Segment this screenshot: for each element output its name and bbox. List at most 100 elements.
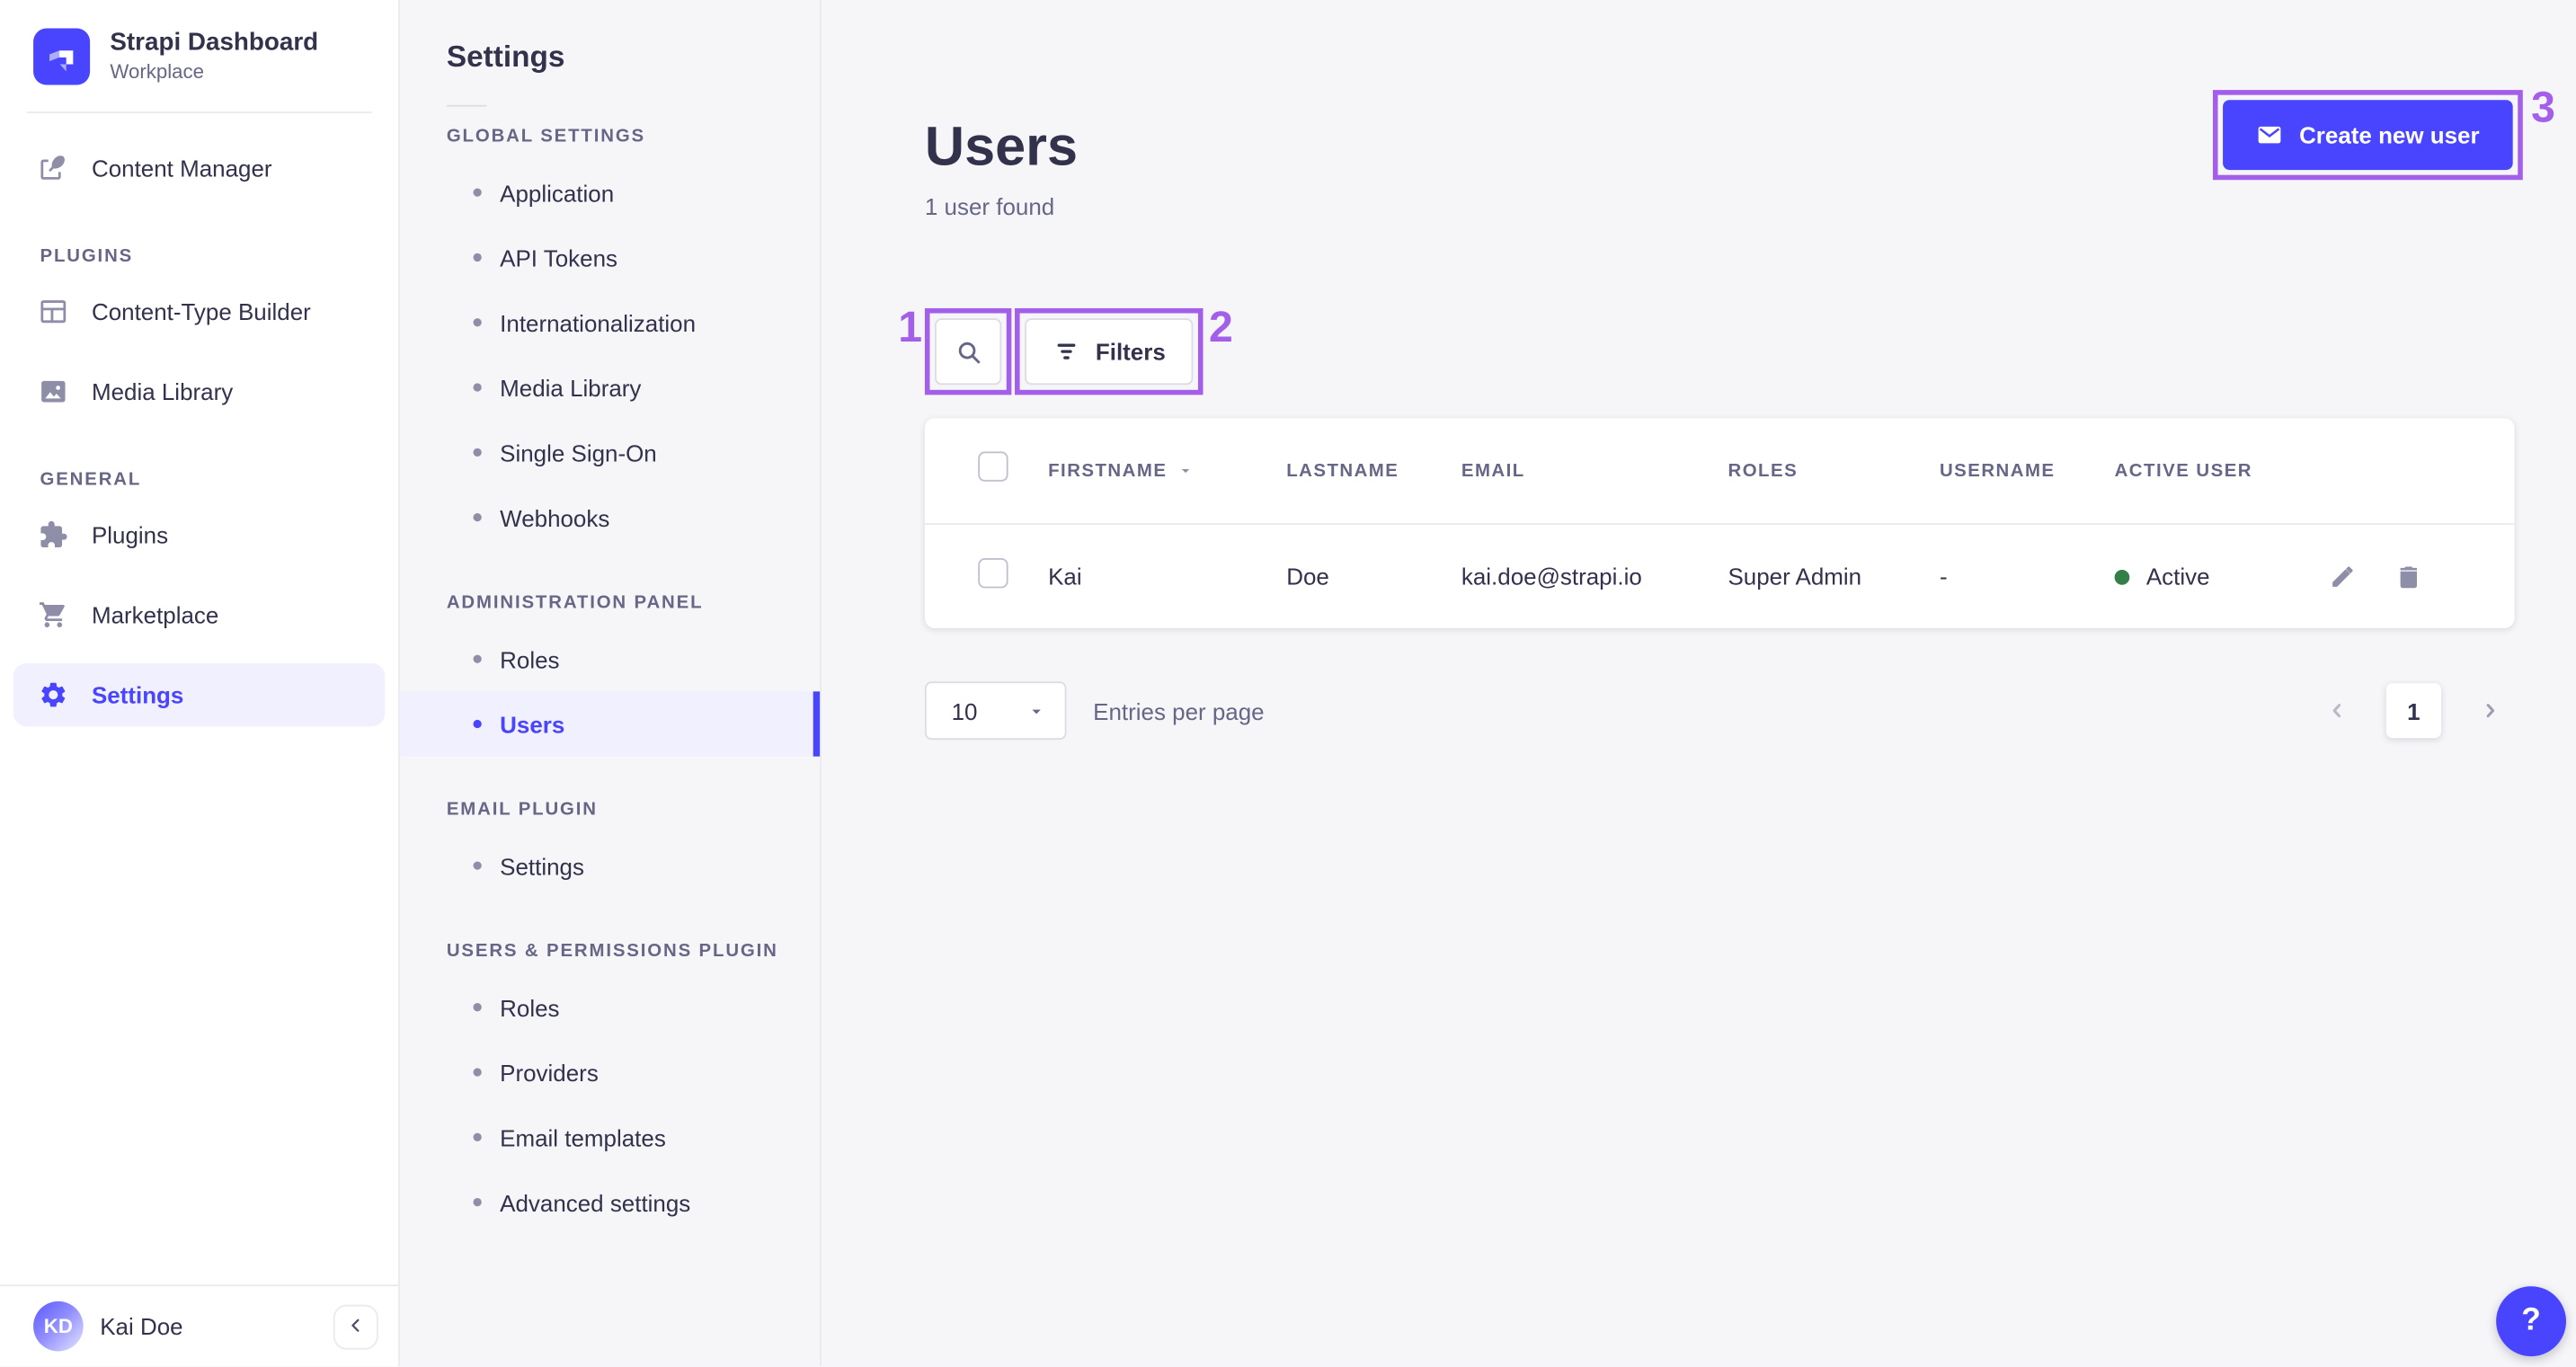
user-avatar[interactable]: KD bbox=[33, 1300, 84, 1352]
annotation-box-3: Create new user bbox=[2212, 90, 2523, 181]
table-row[interactable]: Kai Doe kai.doe@strapi.io Super Admin - … bbox=[924, 523, 2515, 628]
brand-text: Strapi Dashboard Workplace bbox=[110, 29, 318, 86]
nav-section-plugins-label: PLUGINS bbox=[40, 247, 134, 268]
page-1-button[interactable]: 1 bbox=[2385, 683, 2441, 739]
brand-subtitle: Workplace bbox=[110, 59, 205, 84]
column-header-firstname[interactable]: FIRSTNAME bbox=[1048, 461, 1286, 481]
help-button[interactable]: ? bbox=[2496, 1286, 2567, 1357]
filters-button[interactable]: Filters bbox=[1026, 318, 1195, 386]
cell-firstname: Kai bbox=[1048, 563, 1082, 590]
sort-caret-down-icon bbox=[1178, 463, 1194, 478]
edit-user-button[interactable] bbox=[2326, 562, 2356, 591]
bullet-icon bbox=[473, 448, 482, 457]
create-new-user-label: Create new user bbox=[2299, 121, 2480, 148]
subnav-item-roles[interactable]: Roles bbox=[400, 626, 820, 691]
status-badge: Active bbox=[2145, 563, 2210, 590]
delete-user-button[interactable] bbox=[2393, 562, 2422, 591]
subnav-item-providers[interactable]: Providers bbox=[400, 1040, 820, 1105]
row-checkbox[interactable] bbox=[978, 557, 1008, 588]
nav-item-label: Marketplace bbox=[91, 601, 219, 629]
nav-item-marketplace[interactable]: Marketplace bbox=[13, 584, 385, 647]
previous-page-button[interactable] bbox=[2326, 700, 2348, 722]
bullet-icon bbox=[473, 188, 482, 197]
create-user-annotation-wrap: Create new user 3 bbox=[2212, 85, 2555, 181]
subnav-item-users[interactable]: Users bbox=[399, 691, 821, 757]
subnav-item-label: API Tokens bbox=[500, 244, 617, 271]
divider bbox=[446, 104, 487, 107]
table-header-row: FIRSTNAME LASTNAME EMAIL ROLES USERNAME … bbox=[925, 418, 2515, 523]
subnav-item-webhooks[interactable]: Webhooks bbox=[400, 484, 820, 549]
subnav-item-single-sign-on[interactable]: Single Sign-On bbox=[400, 420, 820, 484]
nav-item-content-manager[interactable]: Content Manager bbox=[13, 138, 385, 200]
nav-item-label: Settings bbox=[91, 681, 184, 709]
create-new-user-button[interactable]: Create new user bbox=[2222, 100, 2513, 171]
nav-item-content-type-builder[interactable]: Content-Type Builder bbox=[13, 280, 385, 343]
subnav-title: Settings bbox=[446, 40, 565, 74]
workspace-switcher[interactable]: Strapi Dashboard Workplace bbox=[0, 0, 398, 112]
subnav-item-label: Roles bbox=[500, 645, 560, 673]
page-size-select[interactable]: 10 bbox=[924, 681, 1067, 741]
annotation-box-1 bbox=[925, 307, 1013, 395]
subnav-item-label: Single Sign-On bbox=[500, 439, 657, 466]
bullet-icon bbox=[473, 383, 482, 392]
bullet-icon bbox=[473, 861, 482, 870]
settings-gear-icon bbox=[39, 680, 68, 710]
column-header-username[interactable]: USERNAME bbox=[1940, 461, 2115, 481]
strapi-admin-app: Strapi Dashboard Workplace Content Manag… bbox=[0, 0, 2576, 1367]
column-header-lastname[interactable]: LASTNAME bbox=[1286, 461, 1461, 481]
brand-title: Strapi Dashboard bbox=[110, 28, 319, 58]
active-status-dot bbox=[2114, 569, 2130, 584]
nav-item-media-library[interactable]: Media Library bbox=[13, 360, 385, 423]
subnav-item-label: Roles bbox=[500, 993, 560, 1021]
subnav-item-label: Application bbox=[500, 179, 615, 206]
column-header-email[interactable]: EMAIL bbox=[1461, 461, 1728, 481]
subnav-item-advanced-settings[interactable]: Advanced settings bbox=[400, 1169, 820, 1234]
column-header-active-user[interactable]: ACTIVE USER bbox=[2115, 461, 2298, 481]
subnav-item-internationalization[interactable]: Internationalization bbox=[400, 290, 820, 355]
subnav-item-label: Internationalization bbox=[500, 308, 697, 336]
subnav-item-email-settings[interactable]: Settings bbox=[400, 833, 820, 898]
subnav-section-administration-panel: ADMINISTRATION PANEL bbox=[446, 592, 704, 614]
annotation-number-1: 1 bbox=[898, 301, 923, 352]
main-navigation: Strapi Dashboard Workplace Content Manag… bbox=[0, 0, 400, 1367]
subnav-item-label: Settings bbox=[500, 852, 584, 879]
subnav-item-label: Email templates bbox=[500, 1123, 666, 1151]
trash-icon bbox=[2394, 563, 2422, 591]
nav-item-label: Content Manager bbox=[91, 155, 272, 182]
subnav-item-email-templates[interactable]: Email templates bbox=[400, 1105, 820, 1169]
users-settings-page: Users 1 user found Create new user 3 1 F… bbox=[821, 0, 2576, 1367]
subnav-item-up-roles[interactable]: Roles bbox=[400, 975, 820, 1040]
subnav-item-label: Users bbox=[500, 710, 565, 738]
user-name: Kai Doe bbox=[100, 1312, 183, 1340]
row-actions bbox=[2298, 562, 2515, 591]
subnav-item-media-library[interactable]: Media Library bbox=[400, 355, 820, 420]
bullet-icon bbox=[473, 1003, 482, 1012]
pager: 1 bbox=[2326, 683, 2514, 739]
search-button[interactable] bbox=[935, 318, 1003, 386]
settings-sub-navigation: Settings GLOBAL SETTINGS Application API… bbox=[399, 0, 822, 1367]
users-table: FIRSTNAME LASTNAME EMAIL ROLES USERNAME … bbox=[924, 418, 2515, 628]
nav-item-settings[interactable]: Settings bbox=[13, 663, 386, 727]
pencil-icon bbox=[2327, 563, 2356, 591]
next-page-button[interactable] bbox=[2480, 700, 2501, 722]
nav-section-general-label: GENERAL bbox=[40, 470, 142, 491]
subnav-item-application[interactable]: Application bbox=[400, 160, 820, 225]
nav-item-label: Media Library bbox=[91, 378, 234, 406]
bullet-icon bbox=[473, 1197, 482, 1207]
cell-username: - bbox=[1939, 563, 1948, 590]
envelope-icon bbox=[2256, 121, 2283, 148]
column-label: FIRSTNAME bbox=[1048, 460, 1168, 481]
sidebar-footer: KD Kai Doe bbox=[0, 1284, 399, 1367]
marketplace-icon bbox=[39, 600, 68, 630]
page-size-value: 10 bbox=[951, 697, 978, 724]
subnav-item-api-tokens[interactable]: API Tokens bbox=[400, 225, 820, 289]
filter-icon bbox=[1054, 338, 1081, 365]
annotation-box-2: Filters bbox=[1015, 307, 1204, 395]
column-header-roles[interactable]: ROLES bbox=[1728, 461, 1939, 481]
bullet-icon bbox=[473, 253, 482, 262]
cell-active-user: Active bbox=[2114, 563, 2298, 590]
select-all-checkbox[interactable] bbox=[978, 451, 1008, 482]
nav-item-plugins[interactable]: Plugins bbox=[13, 504, 385, 567]
user-count-subtitle: 1 user found bbox=[924, 192, 1055, 219]
collapse-sidebar-button[interactable] bbox=[333, 1303, 378, 1349]
